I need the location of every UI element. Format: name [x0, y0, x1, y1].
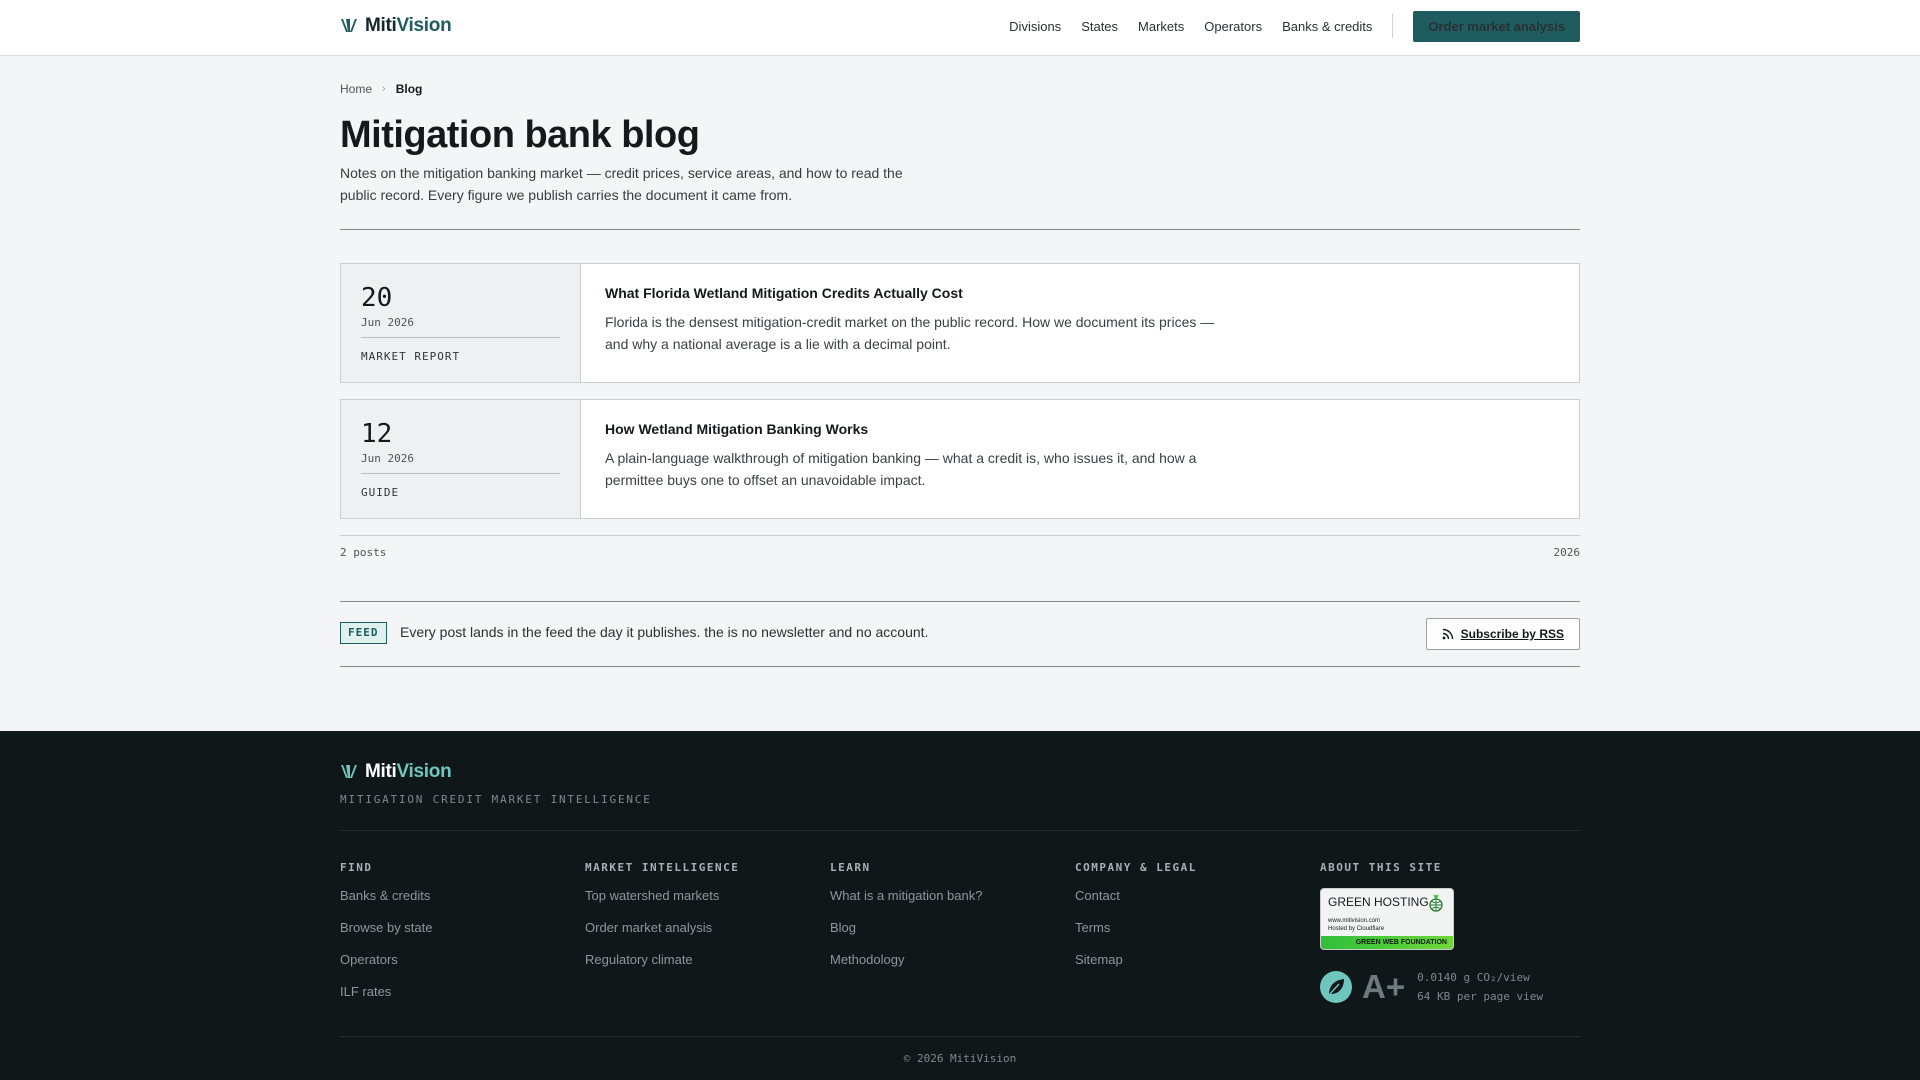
subscribe-rss-button[interactable]: Subscribe by RSS [1425, 618, 1580, 650]
footer-link[interactable]: Regulatory climate [585, 952, 739, 970]
badge-foundation: GREEN WEB FOUNDATION [1321, 936, 1453, 949]
divider [340, 666, 1580, 667]
footer-link[interactable]: Browse by state [340, 920, 433, 938]
post-meta: 12 Jun 2026 GUIDE [341, 400, 581, 518]
footer-divider [340, 1036, 1580, 1037]
footer-divider [340, 830, 1580, 831]
post-kind: GUIDE [361, 486, 400, 499]
footer-link[interactable]: Terms [1075, 920, 1197, 938]
divider [340, 601, 1580, 602]
footer-link[interactable]: What is a mitigation bank? [830, 888, 982, 906]
post-kind: MARKET REPORT [361, 350, 461, 363]
footer-heading: ABOUT THIS SITE [1320, 861, 1442, 874]
footer-link[interactable]: Operators [340, 952, 433, 970]
post-day: 12 [361, 419, 393, 449]
green-hosting-badge[interactable]: GREEN HOSTING www.mitivision.com Hosted … [1320, 888, 1454, 950]
footer-column-market-intelligence: MARKET INTELLIGENCE Top watershed market… [585, 861, 739, 984]
post-title[interactable]: How Wetland Mitigation Banking Works [605, 421, 1215, 437]
footer-link[interactable]: Blog [830, 920, 982, 938]
footer-link[interactable]: ILF rates [340, 984, 433, 1002]
listing-year: 2026 [1553, 546, 1581, 559]
nav-banks-credits[interactable]: Banks & credits [1282, 19, 1372, 34]
footer-column-find: FIND Banks & credits Browse by state Ope… [340, 861, 433, 1016]
footer-column-company-legal: COMPANY & LEGAL Contact Terms Sitemap [1075, 861, 1197, 984]
post-month-year: Jun 2026 [361, 316, 414, 329]
logo-text-miti: Miti [365, 761, 397, 782]
logo-text-vision: Vision [396, 15, 452, 36]
badge-title: GREEN HOSTING [1328, 895, 1429, 909]
main-nav: Divisions States Markets Operators Banks… [989, 10, 1580, 42]
breadcrumb-current: Blog [395, 82, 423, 96]
website-carbon-rating: A+ 0.0140 g CO₂/view 64 KB per page view [1320, 968, 1543, 1006]
site-logo[interactable]: Miti Vision [340, 15, 452, 37]
footer-tagline: MITIGATION CREDIT MARKET INTELLIGENCE [340, 793, 652, 806]
chevron-right-icon: › [382, 83, 386, 95]
footer-link[interactable]: Contact [1075, 888, 1197, 906]
footer-logo[interactable]: Miti Vision [340, 761, 452, 783]
nav-states[interactable]: States [1081, 19, 1118, 34]
post-month-year: Jun 2026 [361, 452, 414, 465]
footer-heading: MARKET INTELLIGENCE [585, 861, 740, 874]
nav-operators[interactable]: Operators [1204, 19, 1262, 34]
feed-text: Every post lands in the feed the day it … [400, 624, 929, 640]
footer-link[interactable]: Top watershed markets [585, 888, 739, 906]
page-title: Mitigation bank blog [340, 114, 700, 156]
leaf-icon [1320, 971, 1352, 1003]
leaf-mark-icon [341, 19, 357, 32]
post-card[interactable]: 12 Jun 2026 GUIDE How Wetland Mitigation… [340, 399, 1580, 519]
post-excerpt: A plain-language walkthrough of mitigati… [605, 450, 1197, 488]
footer-heading: FIND [340, 861, 373, 874]
badge-host: Hosted by Cloudflare [1328, 926, 1385, 932]
post-count: 2 posts [340, 546, 387, 559]
post-day: 20 [361, 283, 393, 313]
post-card[interactable]: 20 Jun 2026 MARKET REPORT What Florida W… [340, 263, 1580, 383]
footer-column-learn: LEARN What is a mitigation bank? Blog Me… [830, 861, 982, 984]
subscribe-rss-label: Subscribe by RSS [1460, 627, 1564, 641]
badge-details: www.mitivision.com Hosted by Cloudflare [1328, 917, 1384, 933]
order-market-analysis-button[interactable]: Order market analysis [1413, 10, 1580, 42]
footer-heading: LEARN [830, 861, 871, 874]
meta-divider [361, 337, 560, 338]
page-intro: Notes on the mitigation banking market —… [340, 165, 903, 203]
post-excerpt: Florida is the densest mitigation-credit… [605, 314, 1215, 352]
footer-heading: COMPANY & LEGAL [1075, 861, 1197, 874]
leaf-mark-icon [341, 765, 357, 778]
divider [340, 229, 1580, 230]
footer-link[interactable]: Sitemap [1075, 952, 1197, 970]
globe-icon [1429, 894, 1443, 912]
post-body: How Wetland Mitigation Banking Works A p… [581, 400, 1239, 518]
footer-link[interactable]: Methodology [830, 952, 982, 970]
nav-divider [1392, 14, 1394, 38]
post-title[interactable]: What Florida Wetland Mitigation Credits … [605, 285, 1215, 301]
copyright: © 2026 MitiVision [903, 1052, 1017, 1065]
post-meta: 20 Jun 2026 MARKET REPORT [341, 264, 581, 382]
footer-column-about: ABOUT THIS SITE [1320, 861, 1442, 888]
breadcrumb-home[interactable]: Home [340, 82, 372, 96]
logo-text-vision: Vision [396, 761, 452, 782]
site-header: Miti Vision Divisions States Markets Oper… [0, 0, 1920, 56]
carbon-co2: 0.0140 g CO₂/view [1417, 971, 1530, 984]
nav-markets[interactable]: Markets [1138, 19, 1184, 34]
breadcrumb: Home › Blog [340, 82, 422, 96]
footer-link[interactable]: Order market analysis [585, 920, 739, 938]
footer-link[interactable]: Banks & credits [340, 888, 433, 906]
site-footer: Miti Vision MITIGATION CREDIT MARKET INTE… [0, 731, 1920, 1080]
nav-divisions[interactable]: Divisions [1009, 19, 1061, 34]
logo-text-miti: Miti [365, 15, 397, 36]
rss-icon [1442, 628, 1453, 640]
divider [340, 535, 1580, 536]
carbon-grade: A+ [1362, 968, 1406, 1005]
post-body: What Florida Wetland Mitigation Credits … [581, 264, 1239, 382]
feed-tag: FEED [340, 622, 387, 644]
carbon-stats: 0.0140 g CO₂/view 64 KB per page view [1417, 968, 1543, 1006]
carbon-weight: 64 KB per page view [1417, 990, 1543, 1003]
meta-divider [361, 473, 560, 474]
badge-domain: www.mitivision.com [1328, 918, 1381, 924]
